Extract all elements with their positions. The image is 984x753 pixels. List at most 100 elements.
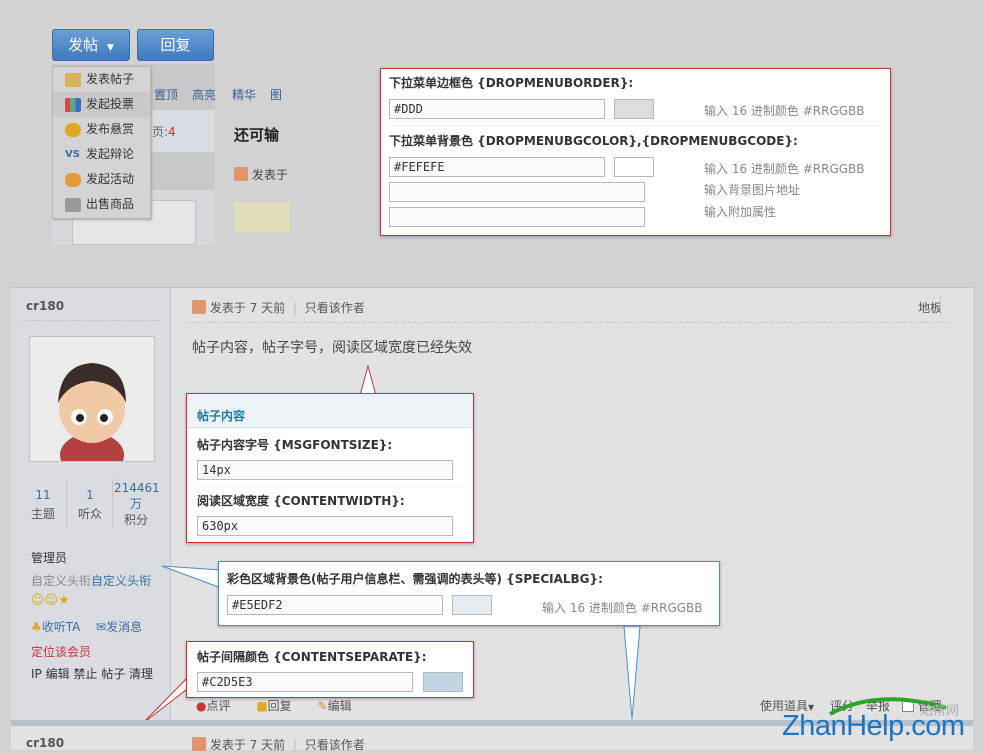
font-size-title: 帖子内容字号 {MSGFONTSIZE}:: [197, 438, 393, 452]
separate-input[interactable]: #C2D5E3: [197, 672, 413, 692]
menu-item-label: 出售商品: [86, 197, 135, 211]
content-width-input[interactable]: 630px: [197, 516, 453, 536]
menu-item-new-thread[interactable]: 发表帖子: [53, 67, 150, 92]
note-box-preview: [234, 202, 290, 232]
filter-highlight[interactable]: 高亮: [192, 86, 216, 103]
stat-divider: [66, 478, 67, 528]
stat-threads[interactable]: 11 主题: [29, 488, 57, 522]
bg-image-input[interactable]: [389, 182, 645, 202]
admin-links[interactable]: IP 编辑 禁止 帖子 清理: [31, 665, 153, 682]
cart-icon: [65, 197, 81, 212]
follow-icon: ♣: [31, 620, 42, 634]
dropdown-style-panel: 下拉菜单边框色 {DROPMENUBORDER}: #DDD 输入 16 进制颜…: [380, 68, 891, 236]
border-color-hint: 输入 16 进制颜色 #RRGGBB: [704, 104, 865, 118]
avatar-image: [30, 337, 154, 461]
post-button-label: 发帖: [68, 36, 99, 54]
post-header-divider: [11, 287, 973, 288]
smile-icon: ☺: [31, 593, 45, 608]
post-actions: ●点评 ■回复 ✎编辑: [196, 697, 352, 714]
page-indicator: 页:4: [152, 123, 176, 140]
versus-icon: VS: [65, 148, 80, 160]
floor-label: 地板: [918, 301, 943, 315]
pencil-icon: ✎: [317, 699, 328, 713]
stat-points[interactable]: 214461万 积分: [114, 480, 160, 528]
special-bg-panel: 彩色区域背景色(帖子用户信息栏、需强调的表头等) {SPECIALBG}: #E…: [218, 561, 720, 626]
menu-item-debate[interactable]: VS 发起辩论: [53, 142, 150, 167]
envelope-icon: ✉: [96, 620, 107, 634]
post-meta-divider: [188, 322, 948, 323]
next-post-author[interactable]: cr180: [26, 736, 64, 750]
thread-title: 还可输: [234, 126, 280, 144]
menu-item-poll[interactable]: 发起投票: [53, 92, 150, 117]
stat-label: 积分: [123, 513, 148, 527]
stat-label: 听众: [77, 507, 102, 521]
bg-color-swatch[interactable]: [614, 157, 654, 177]
content-width-title: 阅读区域宽度 {CONTENTWIDTH}:: [197, 494, 405, 508]
bg-image-hint: 输入背景图片地址: [704, 183, 801, 197]
menu-item-activity[interactable]: 发起活动: [53, 167, 150, 192]
page-number: 4: [168, 125, 176, 139]
filter-image[interactable]: 图: [270, 86, 282, 103]
message-label: 发消息: [106, 620, 143, 634]
medals: ☺☺★: [31, 593, 70, 608]
special-bg-title: 彩色区域背景色(帖子用户信息栏、需强调的表头等) {SPECIALBG}:: [227, 572, 603, 586]
content-style-panel: 帖子内容 帖子内容字号 {MSGFONTSIZE}: 14px 阅读区域宽度 {…: [186, 393, 474, 543]
special-bg-swatch[interactable]: [452, 595, 492, 615]
bg-extra-hint: 输入附加属性: [704, 205, 777, 219]
border-color-swatch[interactable]: [614, 99, 654, 119]
special-bg-pointer-left: [161, 565, 222, 589]
menu-item-reward[interactable]: 发布悬赏: [53, 117, 150, 142]
stat-number: 11: [35, 488, 51, 502]
reply-button[interactable]: 回复: [137, 29, 214, 61]
menu-item-label: 发表帖子: [86, 72, 135, 86]
bg-color-input[interactable]: #FEFEFE: [389, 157, 605, 177]
locate-member-link[interactable]: 定位该会员: [31, 643, 91, 660]
menu-item-sell[interactable]: 出售商品: [53, 192, 150, 217]
post-meta: 发表于 7 天前 | 只看该作者: [192, 299, 365, 316]
edit-action[interactable]: ✎编辑: [318, 699, 352, 713]
reply-icon: ■: [256, 699, 268, 713]
stat-label: 主题: [30, 507, 55, 521]
user-group[interactable]: 管理员: [31, 549, 67, 566]
only-author-link[interactable]: 只看该作者: [305, 301, 365, 315]
bg-color-hint: 输入 16 进制颜色 #RRGGBB: [704, 162, 865, 176]
special-bg-hint: 输入 16 进制颜色 #RRGGBB: [542, 601, 703, 615]
user-icon: [192, 300, 206, 314]
avatar[interactable]: [29, 336, 155, 462]
menu-item-label: 发起投票: [86, 97, 135, 111]
smile-icon: ☺: [44, 593, 59, 608]
border-color-input[interactable]: #DDD: [389, 99, 605, 119]
special-bg-input[interactable]: #E5EDF2: [227, 595, 443, 615]
reply-action[interactable]: ■回复: [256, 699, 291, 713]
menu-item-label: 发起活动: [86, 172, 135, 186]
filter-digest[interactable]: 精华: [232, 86, 256, 103]
user-icon: [192, 737, 206, 751]
star-icon: ★: [58, 593, 70, 608]
stat-divider: [112, 478, 113, 528]
font-size-input[interactable]: 14px: [197, 460, 453, 480]
custom-title-text: 自定义头衔: [31, 574, 92, 588]
stat-number: 1: [86, 488, 94, 502]
chevron-down-icon: ▼: [106, 43, 114, 53]
comment-action[interactable]: ●点评: [196, 699, 231, 713]
comment-label: 点评: [206, 699, 231, 713]
reply-label: 回复: [267, 699, 292, 713]
posted-label: 发表于: [251, 168, 288, 182]
post-button[interactable]: 发帖 ▼: [52, 29, 130, 61]
bg-color-title: 下拉菜单背景色 {DROPMENUBGCOLOR},{DROPMENUBGCOD…: [389, 134, 798, 148]
content-panel-title: 帖子内容: [197, 409, 246, 423]
message-link[interactable]: ✉发消息: [96, 618, 142, 635]
divider: [197, 486, 465, 487]
filter-sticky[interactable]: 置顶: [154, 86, 178, 103]
follow-link[interactable]: ♣收听TA: [31, 618, 80, 635]
edit-label: 编辑: [327, 699, 352, 713]
custom-title-text-2: 自定义头衔: [91, 574, 152, 588]
bg-extra-input[interactable]: [389, 207, 645, 227]
separate-swatch[interactable]: [423, 672, 463, 692]
content-separate-panel: 帖子间隔颜色 {CONTENTSEPARATE}: #C2D5E3: [186, 641, 474, 698]
author-divider: [22, 320, 160, 321]
bar-chart-icon: [65, 97, 81, 112]
stat-listeners[interactable]: 1 听众: [76, 488, 104, 522]
menu-item-label: 发布悬赏: [86, 122, 135, 136]
author-name[interactable]: cr180: [26, 299, 64, 313]
